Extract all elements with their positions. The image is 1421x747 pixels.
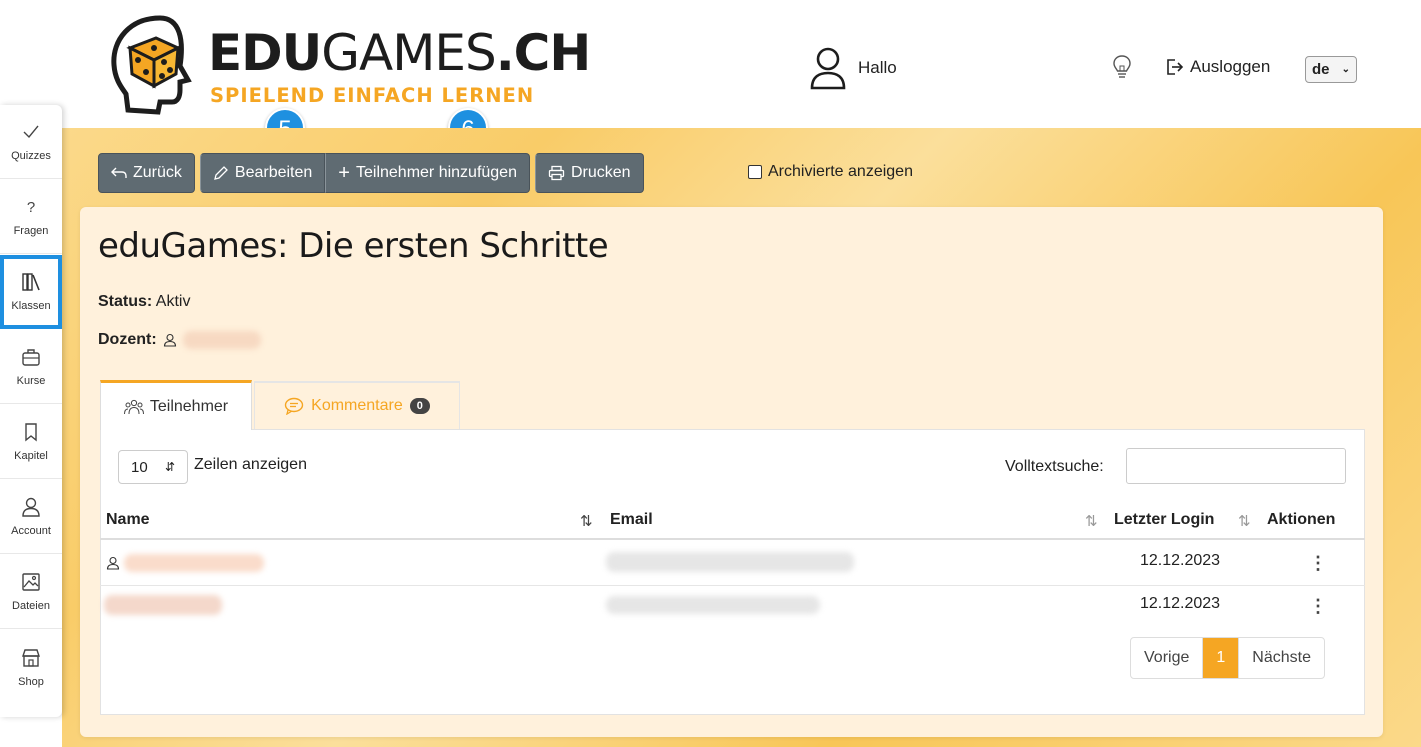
sidebar-item-quizzes[interactable]: Quizzes [0, 105, 62, 179]
svg-text:?: ? [27, 199, 35, 216]
status-label: Status: [98, 293, 153, 310]
column-header-name[interactable]: Name [106, 511, 150, 529]
print-label: Drucken [570, 164, 631, 181]
pagination: Vorige 1 Nächste [1130, 637, 1325, 679]
head-dice-icon [111, 15, 192, 115]
plus-icon: + [338, 162, 350, 184]
app-header: EDUGAMES.CH SPIELEND EINFACH LERNEN 5 6 … [0, 0, 1421, 148]
store-icon [22, 648, 40, 667]
printer-icon [548, 165, 565, 181]
lecturer-line: Dozent: [98, 331, 261, 349]
column-header-last-login[interactable]: Letzter Login [1114, 511, 1214, 529]
pagination-page-button[interactable]: 1 [1202, 638, 1239, 678]
print-button[interactable]: Drucken [534, 153, 644, 193]
page-title: eduGames: Die ersten Schritte [98, 226, 609, 266]
sort-icon[interactable]: ⇅ [1085, 512, 1098, 530]
logout-button[interactable]: Ausloggen [1166, 57, 1270, 77]
add-participant-label: Teilnehmer hinzufügen [355, 164, 517, 181]
search-label: Volltextsuche: [1005, 458, 1104, 475]
rows-per-page-select[interactable]: 10 ⇵ [118, 450, 188, 484]
sidebar-item-label: Kurse [16, 375, 46, 387]
table-header-divider [100, 538, 1365, 540]
sort-icon[interactable]: ⇅ [1238, 512, 1251, 530]
status-value: Aktiv [155, 293, 191, 310]
sidebar-item-label: Klassen [11, 300, 51, 312]
status-line: Status: Aktiv [98, 293, 190, 311]
participant-email-redacted [606, 596, 820, 614]
edit-button[interactable]: Bearbeiten [199, 153, 326, 193]
sidebar-item-label: Quizzes [11, 150, 51, 162]
tab-comments-label: Kommentare [311, 397, 403, 414]
edugames-logo[interactable]: EDUGAMES.CH SPIELEND EINFACH LERNEN [100, 10, 591, 120]
bookmark-icon [25, 423, 37, 442]
users-icon [123, 399, 144, 414]
column-header-email[interactable]: Email [610, 511, 653, 529]
sidebar-item-label: Kapitel [14, 450, 48, 462]
lightbulb-icon[interactable] [1112, 54, 1132, 80]
toolbar: Zurück Bearbeiten + Teilnehmer hinzufüge… [98, 153, 644, 193]
sidebar-item-fragen[interactable]: ? Fragen [0, 180, 62, 254]
logout-icon [1167, 59, 1184, 75]
row-actions-kebab-icon[interactable]: ⋮ [1309, 554, 1327, 572]
language-select[interactable]: de ⌄ [1305, 56, 1357, 83]
books-icon [22, 273, 40, 291]
pagination-next-button[interactable]: Nächste [1238, 638, 1324, 678]
checkbox-box[interactable] [748, 165, 762, 179]
tab-comments[interactable]: Kommentare 0 [254, 381, 460, 429]
sidebar-item-account[interactable]: Account [0, 480, 62, 554]
comment-icon [284, 397, 304, 415]
updown-chevron-icon: ⇵ [164, 460, 175, 474]
comments-count-badge: 0 [409, 398, 430, 414]
question-icon: ? [27, 199, 35, 216]
user-icon [106, 556, 120, 570]
show-archived-label: Archivierte anzeigen [768, 163, 913, 180]
pencil-icon [214, 166, 228, 180]
participant-email-redacted [606, 552, 854, 572]
participant-name-redacted [124, 554, 264, 572]
row-actions-kebab-icon[interactable]: ⋮ [1309, 597, 1327, 615]
chevron-down-icon: ⌄ [1341, 64, 1350, 75]
column-header-actions: Aktionen [1267, 511, 1336, 528]
edit-label: Bearbeiten [234, 164, 313, 181]
add-participant-button[interactable]: + Teilnehmer hinzufügen [325, 153, 530, 193]
logout-label: Ausloggen [1190, 57, 1271, 76]
sort-icon[interactable]: ⇅ [580, 512, 593, 530]
sidebar-item-shop[interactable]: Shop [0, 630, 62, 704]
image-icon [22, 573, 40, 591]
last-login-cell: 12.12.2023 [1140, 552, 1221, 569]
user-icon [163, 333, 176, 347]
show-archived-checkbox[interactable]: Archivierte anzeigen [748, 163, 913, 181]
sidebar-item-kurse[interactable]: Kurse [0, 330, 62, 404]
check-icon [23, 125, 39, 139]
sidebar-item-label: Account [11, 525, 51, 537]
lecturer-label: Dozent: [98, 331, 157, 348]
user-greeting: Hallo [858, 58, 897, 77]
sidebar-item-label: Fragen [13, 225, 49, 237]
back-button[interactable]: Zurück [98, 153, 195, 193]
lecturer-name-redacted [182, 331, 261, 349]
user-icon [22, 497, 40, 517]
rows-per-page-label: Zeilen anzeigen [194, 456, 307, 473]
tab-participants[interactable]: Teilnehmer [100, 380, 252, 430]
undo-arrow-icon [111, 167, 127, 178]
sidebar-item-label: Dateien [12, 600, 50, 612]
search-input[interactable] [1126, 448, 1346, 484]
last-login-cell: 12.12.2023 [1140, 595, 1221, 612]
rows-per-page-value: 10 [131, 458, 148, 476]
logo-tagline: SPIELEND EINFACH LERNEN [210, 84, 535, 107]
participant-name-redacted [104, 595, 222, 615]
row-divider [100, 585, 1365, 586]
briefcase-icon [22, 349, 40, 366]
sidebar-item-dateien[interactable]: Dateien [0, 555, 62, 629]
sidebar-item-klassen[interactable]: Klassen [0, 255, 62, 329]
logo-wordmark: EDUGAMES.CH [208, 24, 591, 82]
sidebar-item-kapitel[interactable]: Kapitel [0, 405, 62, 479]
sidebar-item-label: Shop [18, 675, 44, 688]
tab-participants-label: Teilnehmer [149, 397, 229, 415]
sidebar: Quizzes ? Fragen Klassen Kurse Kapitel A… [0, 105, 62, 717]
pagination-prev-button[interactable]: Vorige [1131, 638, 1202, 678]
language-value: de [1312, 61, 1330, 78]
back-label: Zurück [133, 164, 182, 181]
user-icon [810, 47, 846, 90]
